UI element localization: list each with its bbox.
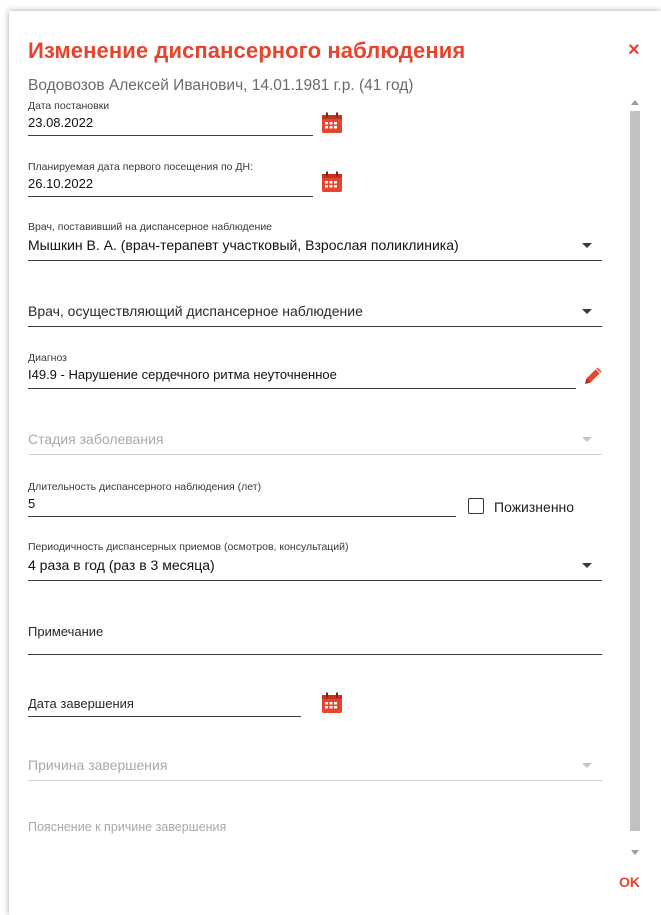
first-visit-date-field[interactable]: Планируемая дата первого посещения по ДН… — [28, 161, 313, 197]
close-icon[interactable]: × — [628, 39, 640, 62]
periodicity-value: 4 раза в год (раз в 3 месяца) — [28, 557, 215, 573]
chevron-down-icon[interactable] — [582, 563, 592, 568]
registering-doctor-select[interactable]: Врач, поставивший на диспансерное наблюд… — [28, 221, 602, 261]
registration-date-value: 23.08.2022 — [28, 115, 94, 130]
chevron-down-icon[interactable] — [582, 309, 592, 314]
end-reason-explanation-placeholder: Пояснение к причине завершения — [28, 820, 227, 834]
diagnosis-label: Диагноз — [28, 352, 67, 364]
lifelong-checkbox[interactable] — [468, 498, 484, 514]
registration-date-label: Дата постановки — [28, 100, 110, 112]
periodicity-select[interactable]: Периодичность диспансерных приемов (осмо… — [28, 541, 602, 581]
diagnosis-value: I49.9 - Нарушение сердечного ритма неуто… — [28, 367, 337, 382]
end-reason-placeholder: Причина завершения — [28, 757, 168, 773]
diagnosis-field[interactable]: Диагноз I49.9 - Нарушение сердечного рит… — [28, 352, 576, 389]
disease-stage-select[interactable]: Стадия заболевания — [28, 431, 602, 455]
first-visit-date-label: Планируемая дата первого посещения по ДН… — [28, 161, 254, 173]
end-date-placeholder: Дата завершения — [28, 696, 134, 711]
dialog: Изменение диспансерного наблюдения × Вод… — [9, 11, 661, 915]
chevron-down-icon[interactable] — [582, 243, 592, 248]
end-date-field[interactable]: Дата завершения — [28, 695, 301, 717]
chevron-down-icon[interactable] — [582, 763, 592, 768]
end-reason-select[interactable]: Причина завершения — [28, 757, 602, 781]
scroll-up-arrow[interactable] — [631, 100, 639, 105]
calendar-icon[interactable] — [321, 692, 343, 714]
duration-field[interactable]: Длительность диспансерного наблюдения (л… — [28, 481, 456, 517]
duration-label: Длительность диспансерного наблюдения (л… — [28, 481, 262, 493]
scrollbar[interactable] — [628, 95, 642, 859]
duration-value: 5 — [28, 496, 36, 511]
dialog-title: Изменение диспансерного наблюдения — [28, 38, 466, 63]
registering-doctor-value: Мышкин В. А. (врач-терапевт участковый, … — [28, 237, 459, 253]
registering-doctor-label: Врач, поставивший на диспансерное наблюд… — [28, 221, 273, 233]
scroll-down-arrow[interactable] — [631, 850, 639, 855]
ok-button[interactable]: OK — [619, 874, 640, 890]
observing-doctor-select[interactable]: Врач, осуществляющий диспансерное наблюд… — [28, 303, 602, 327]
calendar-icon[interactable] — [321, 171, 343, 193]
observing-doctor-placeholder: Врач, осуществляющий диспансерное наблюд… — [28, 303, 363, 319]
lifelong-label: Пожизненно — [494, 499, 575, 515]
note-placeholder: Примечание — [28, 624, 104, 639]
chevron-down-icon[interactable] — [582, 437, 592, 442]
calendar-icon[interactable] — [321, 112, 343, 134]
first-visit-date-value: 26.10.2022 — [28, 176, 94, 191]
patient-info: Водовозов Алексей Иванович, 14.01.1981 г… — [28, 77, 414, 94]
registration-date-field[interactable]: Дата постановки 23.08.2022 — [28, 100, 313, 136]
note-input[interactable]: Примечание — [28, 623, 602, 655]
disease-stage-placeholder: Стадия заболевания — [28, 431, 164, 447]
pencil-icon[interactable] — [582, 365, 604, 387]
periodicity-label: Периодичность диспансерных приемов (осмо… — [28, 541, 349, 553]
end-reason-explanation-input[interactable]: Пояснение к причине завершения — [28, 820, 602, 844]
scroll-thumb[interactable] — [630, 111, 640, 831]
